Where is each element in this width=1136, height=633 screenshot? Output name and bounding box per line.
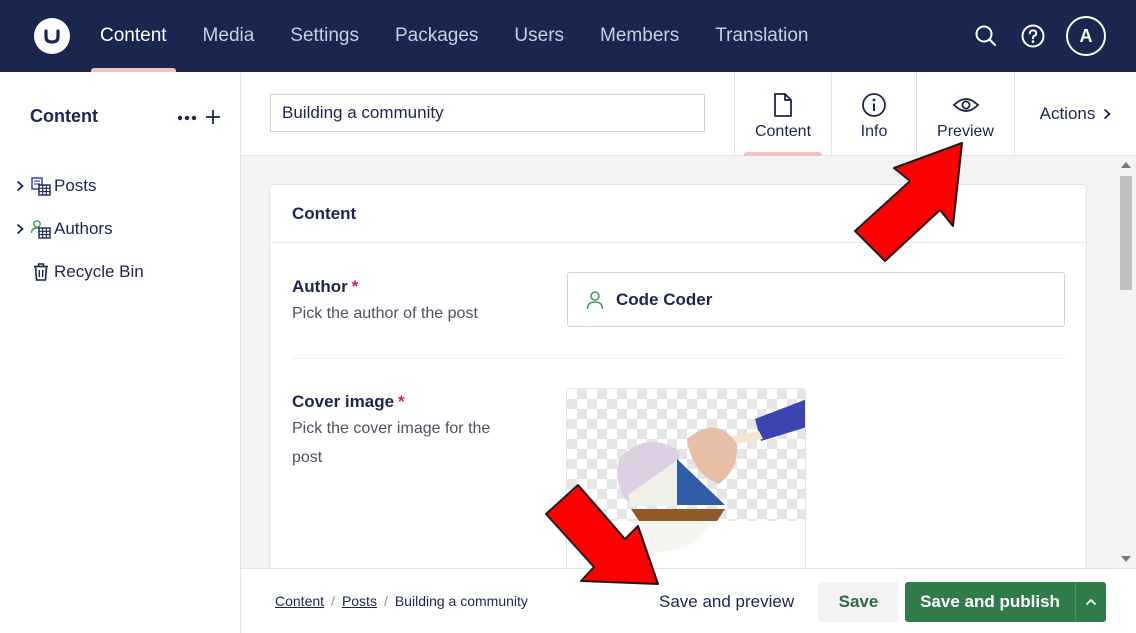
nav-translation[interactable]: Translation [697,0,826,72]
tab-info[interactable]: Info [831,72,916,156]
cover-image-label-text: Cover image [292,392,395,411]
sidebar-item-posts[interactable]: Posts [12,171,97,201]
scroll-thumb[interactable] [1120,176,1132,290]
editor-main: Content Author * Pick the author of the p… [241,156,1116,568]
tab-label: Preview [937,123,994,140]
tab-label: Info [860,123,888,140]
sidebar-item-label: Recycle Bin [54,262,144,281]
document-icon [772,91,794,119]
chevron-right-icon[interactable] [12,223,28,235]
posts-collection-icon [30,175,52,197]
property-divider [292,358,1065,359]
sidebar-title: Content [30,106,98,126]
main-nav: Content Media Settings Packages Users Me… [82,0,827,72]
info-icon [861,91,887,119]
card-title: Content [270,185,1086,243]
cover-image-thumbnail[interactable] [566,388,806,568]
sidebar-item-authors[interactable]: Authors [12,214,113,244]
sidebar-item-label: Authors [54,219,113,238]
actions-menu[interactable]: Actions [1014,72,1136,156]
nav-content[interactable]: Content [82,0,185,72]
breadcrumb: Content / Posts / Building a community [275,593,528,609]
editor-footer: Content / Posts / Building a community S… [241,568,1136,633]
top-bar: Content Media Settings Packages Users Me… [0,0,1136,72]
tab-preview[interactable]: Preview [916,72,1014,156]
save-button[interactable]: Save [818,582,899,622]
umbraco-logo[interactable] [34,18,70,54]
author-description: Pick the author of the post [292,305,478,322]
breadcrumb-current: Building a community [394,593,528,609]
chevron-up-icon [1085,598,1097,606]
author-label-text: Author [292,277,348,296]
vertical-scrollbar[interactable] [1116,156,1136,568]
breadcrumb-content[interactable]: Content [275,593,324,609]
eye-icon [952,91,980,119]
save-and-preview-button[interactable]: Save and preview [649,582,804,622]
author-picker[interactable]: Code Coder [567,272,1065,327]
breadcrumb-separator: / [331,593,335,609]
more-options-icon[interactable] [176,108,198,128]
save-and-publish-button[interactable]: Save and publish [905,582,1075,622]
actions-label: Actions [1039,104,1096,123]
nav-members[interactable]: Members [582,0,697,72]
tab-label: Content [754,123,812,140]
sidebar: Content Posts Authors Recycle Bin [0,72,241,633]
nav-packages[interactable]: Packages [377,0,496,72]
required-mark: * [398,392,405,411]
authors-collection-icon [30,218,52,240]
publish-options-button[interactable] [1075,582,1106,622]
add-icon[interactable] [205,106,221,130]
breadcrumb-separator: / [383,593,388,609]
scroll-up-arrow-icon[interactable] [1121,162,1131,168]
trash-icon [30,261,52,283]
scroll-down-arrow-icon[interactable] [1121,556,1131,562]
content-card: Content Author * Pick the author of the p… [269,184,1087,568]
required-mark: * [351,277,359,296]
editor-header: Building a community Content Info Previe… [241,72,1136,156]
top-right-actions: A [966,0,1136,72]
user-avatar[interactable]: A [1066,16,1106,56]
cover-image-label: Cover image * [292,392,405,412]
nav-media[interactable]: Media [185,0,273,72]
breadcrumb-posts[interactable]: Posts [342,593,377,609]
author-value: Code Coder [616,289,713,309]
cover-illustration-image [567,399,805,568]
tab-content[interactable]: Content [734,72,831,156]
cover-image-description: Pick the cover image for the post [292,420,491,466]
author-label: Author * [292,277,358,297]
help-icon[interactable] [1013,16,1053,56]
sidebar-item-label: Posts [54,176,97,195]
chevron-right-icon[interactable] [12,180,28,192]
document-name-input[interactable]: Building a community [270,94,705,132]
chevron-right-icon [1103,108,1112,120]
user-icon [586,290,604,310]
search-icon[interactable] [966,16,1006,56]
umbraco-logo-icon [44,29,60,44]
sidebar-item-recycle-bin[interactable]: Recycle Bin [12,257,144,287]
nav-users[interactable]: Users [496,0,582,72]
nav-settings[interactable]: Settings [272,0,377,72]
